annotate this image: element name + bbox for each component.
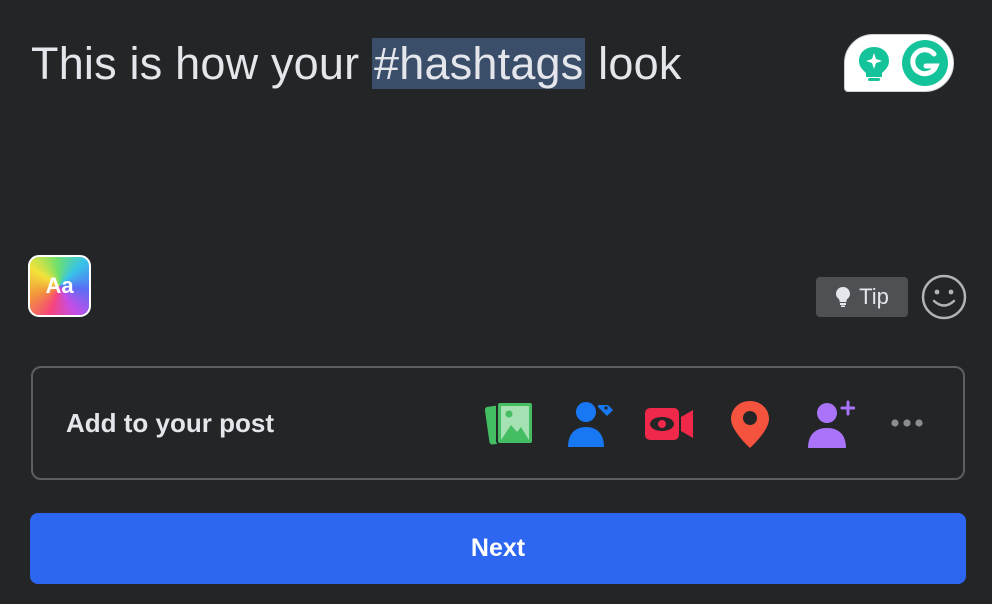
lightbulb-icon [836, 287, 851, 307]
more-icon[interactable] [890, 416, 926, 435]
tag-people-icon[interactable] [566, 399, 614, 454]
check-in-icon[interactable] [728, 399, 772, 454]
tip-button[interactable]: Tip [816, 277, 908, 317]
add-to-post-label: Add to your post [66, 408, 274, 438]
tip-label: Tip [859, 284, 889, 309]
photo-video-icon[interactable] [484, 399, 536, 454]
hashtag-selection: #hashtags [372, 38, 586, 89]
grammarly-widget[interactable] [844, 34, 954, 92]
text-background-button[interactable]: Aa [28, 255, 91, 317]
next-button[interactable]: Next [30, 513, 966, 584]
live-video-icon[interactable] [644, 399, 694, 454]
lightbulb-spark-icon[interactable] [855, 44, 893, 89]
grammarly-logo-icon[interactable] [902, 40, 948, 86]
post-text-input[interactable]: This is how your #hashtags look [31, 38, 682, 90]
add-to-post-panel: Add to your post [31, 366, 965, 480]
post-text-after: look [585, 38, 682, 89]
post-text-before: This is how your [31, 38, 373, 89]
emoji-icon[interactable] [920, 273, 968, 326]
invite-collaborator-icon[interactable] [805, 399, 856, 454]
format-label: Aa [45, 273, 74, 298]
